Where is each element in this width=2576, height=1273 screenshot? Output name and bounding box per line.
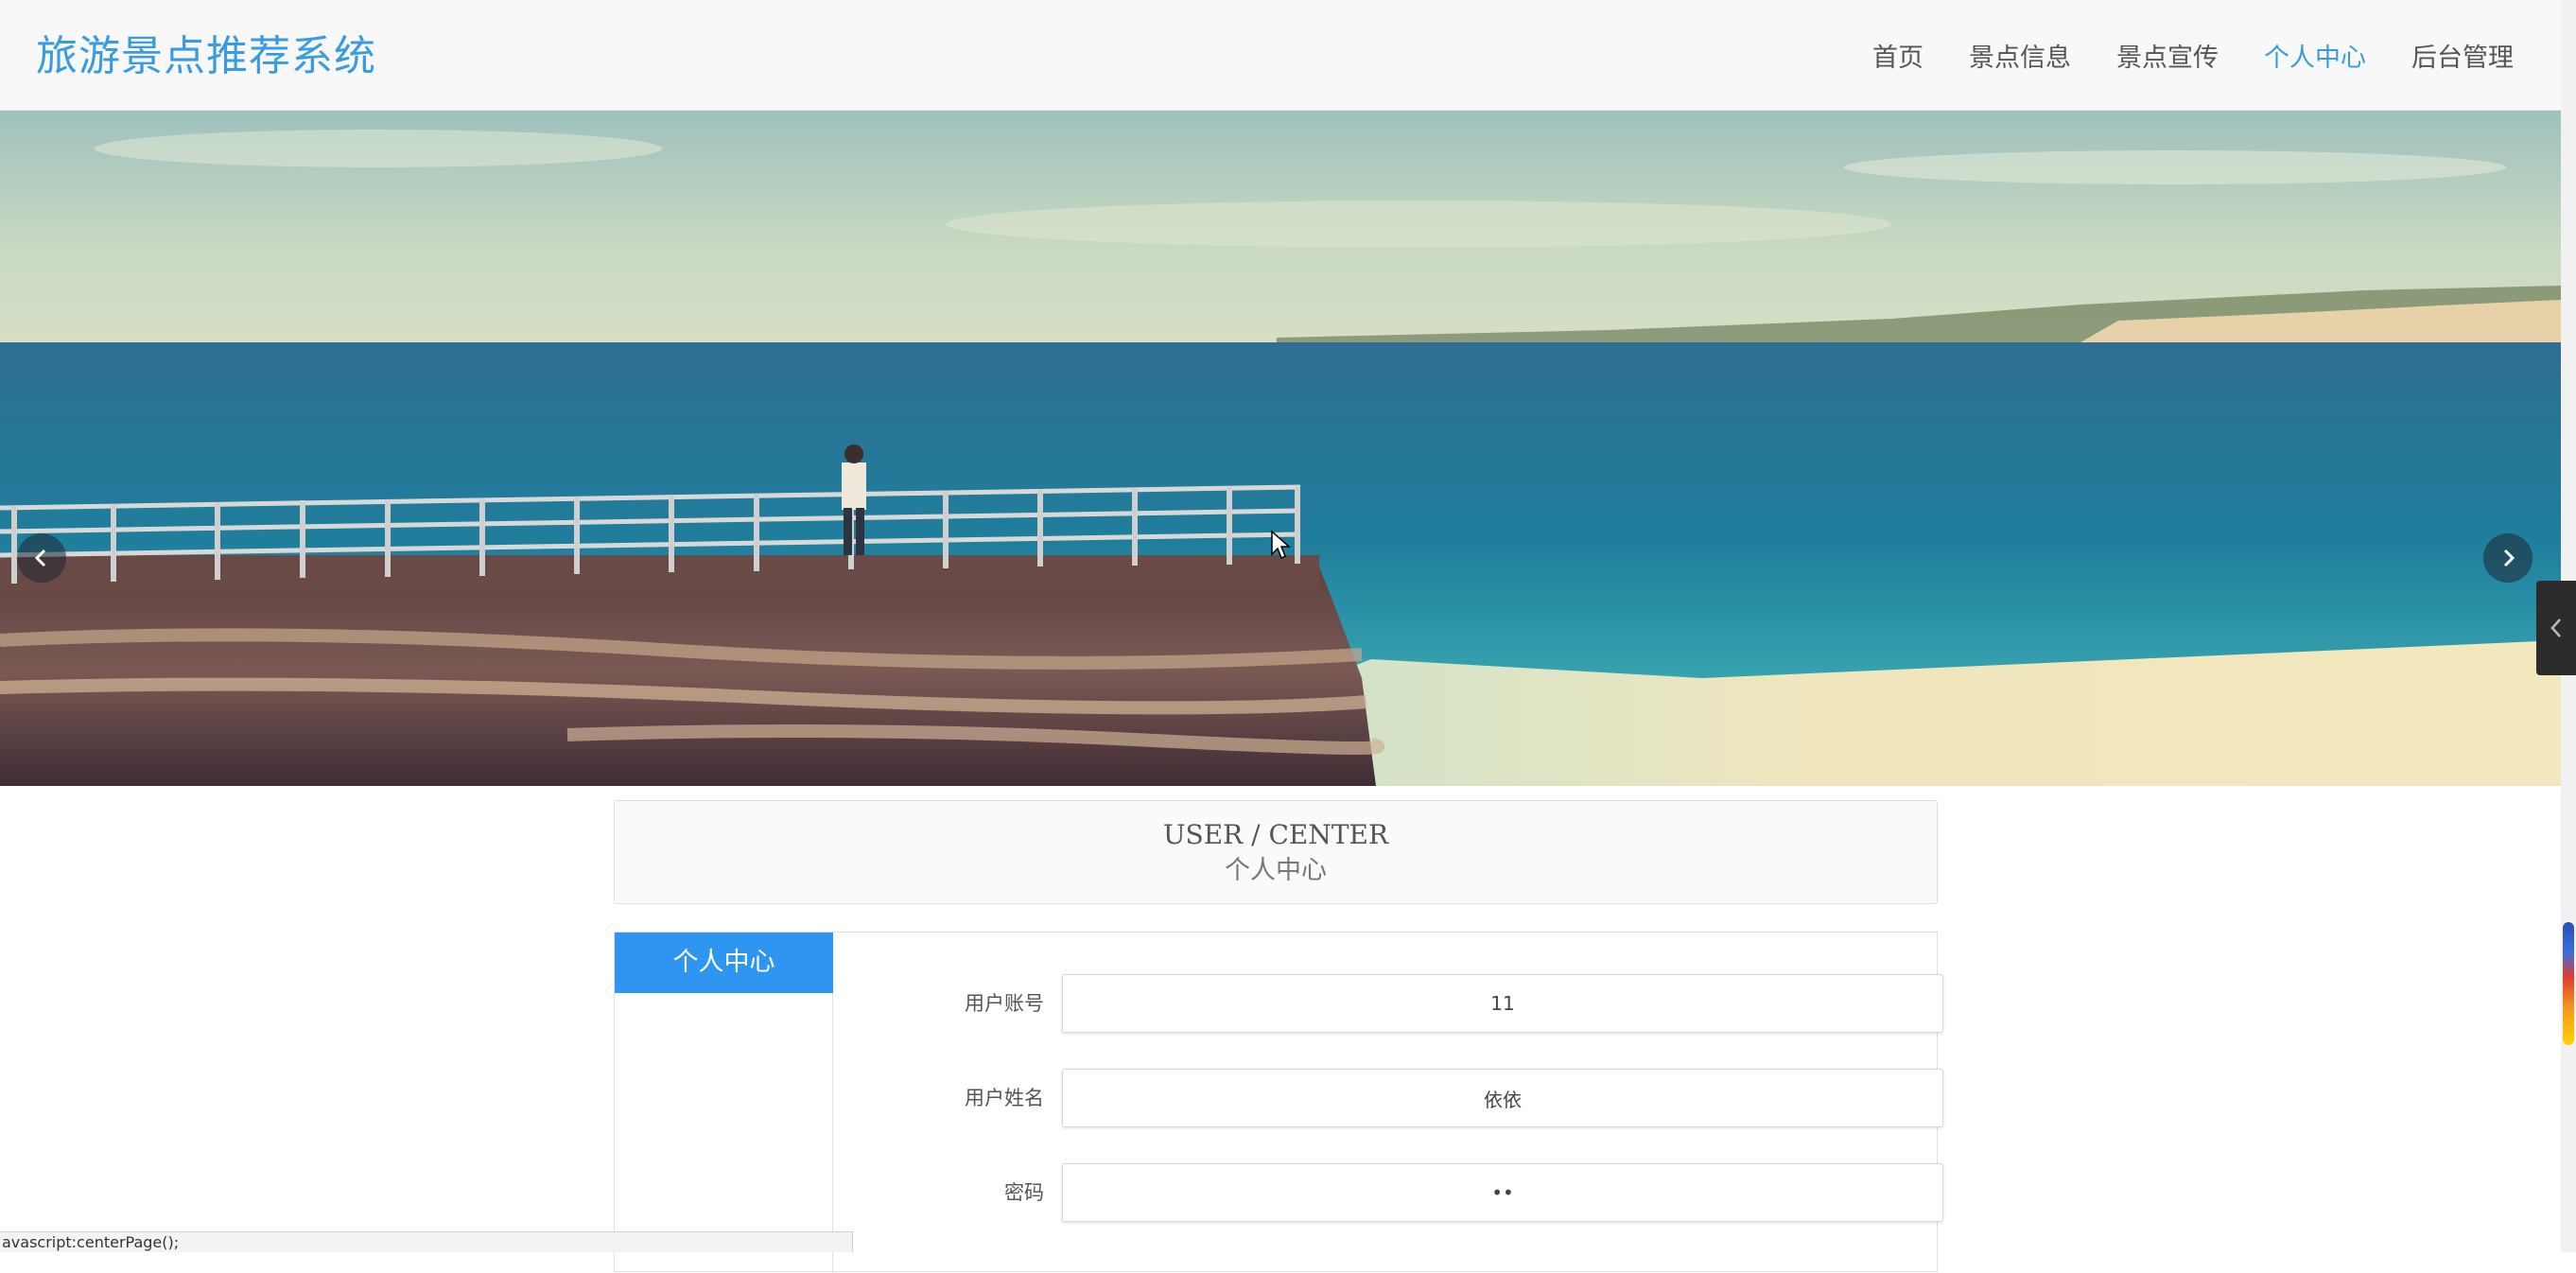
section-title-cn: 个人中心	[1225, 856, 1327, 885]
main-nav: 首页 景点信息 景点宣传 个人中心 后台管理	[1827, 0, 2514, 111]
user-center-sidebar: 个人中心	[615, 933, 833, 1273]
nav-item-home[interactable]: 首页	[1872, 37, 1923, 74]
nav-item-promotion[interactable]: 景点宣传	[2116, 37, 2219, 74]
site-title[interactable]: 旅游景点推荐系统	[36, 28, 376, 85]
mouse-cursor-icon	[1271, 530, 1291, 560]
nav-item-admin[interactable]: 后台管理	[2411, 37, 2514, 74]
form-row-name: 用户姓名	[833, 1069, 1943, 1127]
name-input[interactable]	[1062, 1069, 1943, 1127]
user-center-panel: 个人中心 用户账号 用户姓名 密码	[614, 932, 1943, 1273]
banner-carousel	[0, 111, 2561, 786]
section-title-en: USER / CENTER	[1162, 819, 1389, 850]
form-row-account: 用户账号	[833, 974, 1943, 1033]
name-label: 用户姓名	[965, 1087, 1044, 1109]
banner-image	[0, 111, 2561, 786]
sidebar-tab-user-center[interactable]: 个人中心	[615, 933, 833, 993]
account-input[interactable]	[1062, 974, 1943, 1033]
chevron-left-icon	[34, 549, 46, 567]
account-label: 用户账号	[965, 992, 1044, 1015]
nav-item-attractions[interactable]: 景点信息	[1969, 37, 2071, 74]
scrollbar-thumb[interactable]	[2563, 922, 2574, 1045]
form-row-password: 密码	[833, 1163, 1943, 1222]
password-input[interactable]	[1062, 1163, 1943, 1222]
top-navbar: 旅游景点推荐系统 首页 景点信息 景点宣传 个人中心 后台管理	[0, 0, 2561, 111]
browser-status-bar: avascript:centerPage();	[0, 1231, 853, 1252]
nav-item-user-center[interactable]: 个人中心	[2264, 37, 2366, 74]
chevron-left-icon	[2550, 619, 2561, 637]
carousel-next-button[interactable]	[2483, 533, 2532, 583]
password-label: 密码	[1004, 1181, 1044, 1204]
section-title-box: USER / CENTER 个人中心	[614, 800, 1938, 904]
carousel-prev-button[interactable]	[17, 533, 66, 583]
chevron-right-icon	[2503, 549, 2515, 567]
side-panel-toggle[interactable]	[2536, 581, 2576, 675]
